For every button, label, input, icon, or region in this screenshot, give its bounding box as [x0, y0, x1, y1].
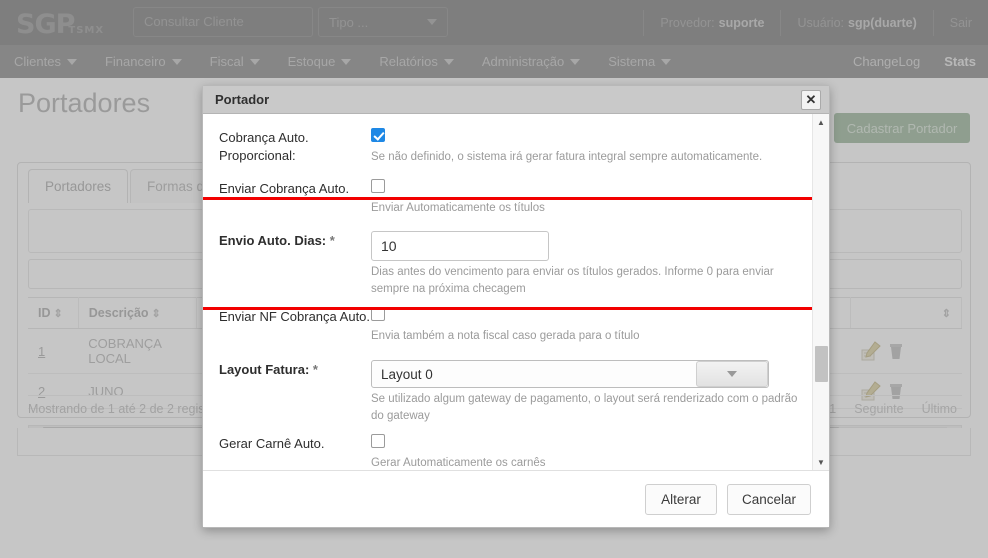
- field-cobranca-auto-proporcional: Cobrança Auto. Proporcional: Se não defi…: [219, 128, 802, 173]
- field-hint: Se não definido, o sistema irá gerar fat…: [371, 149, 802, 166]
- field-control: Se não definido, o sistema irá gerar fat…: [371, 128, 802, 173]
- portador-modal: Portador ✕ Cobrança Auto. Proporcional: …: [202, 85, 830, 528]
- field-enviar-nf-cobranca-auto: Enviar NF Cobrança Auto. Envia também a …: [219, 307, 802, 352]
- checkbox-enviar-cobranca-auto[interactable]: [371, 179, 385, 193]
- field-hint: Enviar Automaticamente os títulos: [371, 200, 802, 217]
- scrollbar-thumb[interactable]: [815, 346, 828, 382]
- field-hint: Envia também a nota fiscal caso gerada p…: [371, 328, 802, 345]
- modal-footer: Alterar Cancelar: [203, 470, 829, 527]
- select-layout-fatura[interactable]: Layout 0: [371, 360, 769, 388]
- close-icon[interactable]: ✕: [801, 90, 821, 110]
- field-label: Gerar Carnê Auto.: [219, 434, 371, 453]
- modal-title: Portador: [215, 92, 269, 107]
- app-root: SGP TSMX Consultar Cliente Tipo ... Prov…: [0, 0, 988, 558]
- field-control: 10 Dias antes do vencimento para enviar …: [371, 231, 802, 297]
- field-enviar-cobranca-auto: Enviar Cobrança Auto. Enviar Automaticam…: [219, 179, 802, 224]
- modal-header: Portador ✕: [203, 86, 829, 114]
- input-envio-auto-dias[interactable]: 10: [371, 231, 549, 261]
- field-label: Envio Auto. Dias: *: [219, 231, 371, 250]
- submit-button[interactable]: Alterar: [645, 484, 717, 515]
- modal-form: Cobrança Auto. Proporcional: Se não defi…: [203, 114, 812, 470]
- cancel-button[interactable]: Cancelar: [727, 484, 811, 515]
- scroll-down-arrow[interactable]: ▼: [813, 454, 829, 470]
- field-label: Cobrança Auto. Proporcional:: [219, 128, 371, 164]
- checkbox-gerar-carne-auto[interactable]: [371, 434, 385, 448]
- checkbox-cobranca-auto-proporcional[interactable]: [371, 128, 385, 142]
- field-label: Enviar Cobrança Auto.: [219, 179, 371, 198]
- scroll-up-arrow[interactable]: ▲: [813, 114, 829, 130]
- field-label: Enviar NF Cobrança Auto.: [219, 307, 371, 326]
- select-dropdown-button[interactable]: [696, 361, 768, 387]
- field-hint: Gerar Automaticamente os carnês: [371, 455, 802, 470]
- select-value: Layout 0: [372, 367, 433, 382]
- modal-vertical-scrollbar[interactable]: ▲ ▼: [812, 114, 829, 470]
- field-label-text: Envio Auto. Dias:: [219, 233, 326, 248]
- field-hint: Se utilizado algum gateway de pagamento,…: [371, 391, 802, 424]
- field-label-text: Layout Fatura:: [219, 362, 309, 377]
- field-layout-fatura: Layout Fatura: * Layout 0 Se utilizado a…: [219, 360, 802, 424]
- chevron-down-icon: [727, 371, 737, 377]
- field-control: Layout 0 Se utilizado algum gateway de p…: [371, 360, 802, 424]
- modal-body: Cobrança Auto. Proporcional: Se não defi…: [203, 114, 829, 470]
- field-label: Layout Fatura: *: [219, 360, 371, 379]
- field-control: Enviar Automaticamente os títulos: [371, 179, 802, 224]
- field-gerar-carne-auto: Gerar Carnê Auto. Gerar Automaticamente …: [219, 434, 802, 470]
- field-hint: Dias antes do vencimento para enviar os …: [371, 264, 802, 297]
- field-envio-auto-dias: Envio Auto. Dias: * 10 Dias antes do ven…: [219, 231, 802, 297]
- field-control: Gerar Automaticamente os carnês: [371, 434, 802, 470]
- required-marker: *: [313, 362, 318, 377]
- required-marker: *: [330, 233, 335, 248]
- checkbox-enviar-nf-cobranca-auto[interactable]: [371, 307, 385, 321]
- field-control: Envia também a nota fiscal caso gerada p…: [371, 307, 802, 352]
